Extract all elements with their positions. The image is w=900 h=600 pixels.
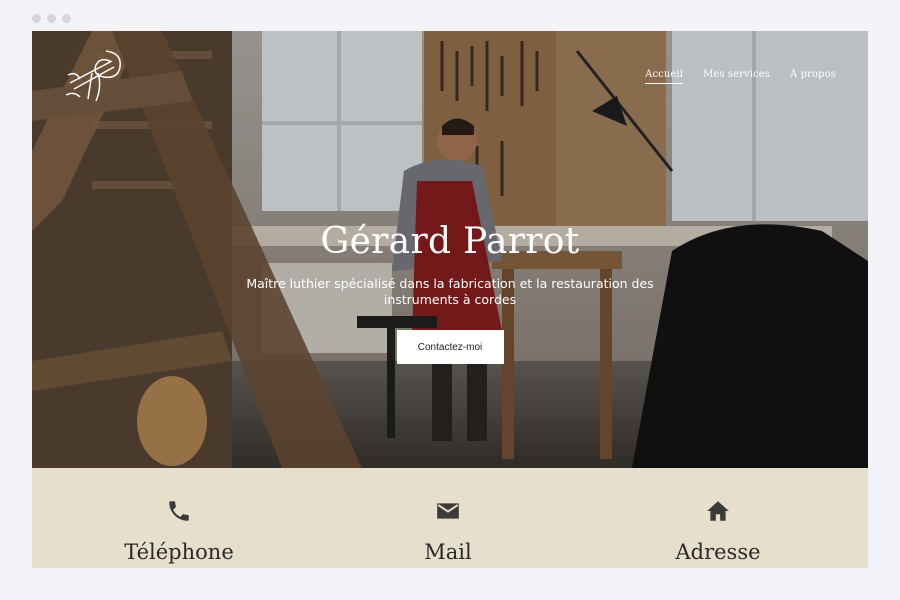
contact-item-mail: Mail [348,498,548,564]
hero-content: Gérard Parrot Maître luthier spécialisé … [32,221,868,364]
phone-icon [169,501,189,521]
contact-button[interactable]: Contactez-moi [396,330,504,364]
contact-strip: Téléphone Mail Adresse [32,468,868,568]
contact-item-label: Téléphone [124,540,234,564]
hero-subtitle: Maître luthier spécialisé dans la fabric… [246,276,654,307]
window-dot [47,14,56,23]
contact-item-label: Mail [424,540,472,564]
window-dot [32,14,41,23]
browser-frame: Accueil Mes services À propos Gérard Par… [32,31,868,568]
home-icon [707,501,729,521]
main-nav: Accueil Mes services À propos [645,69,836,84]
nav-link-a-propos[interactable]: À propos [790,69,836,84]
nav-link-mes-services[interactable]: Mes services [703,69,770,84]
luthier-logo[interactable] [62,43,130,105]
nav-link-accueil[interactable]: Accueil [645,69,684,84]
mail-icon [437,503,459,519]
contact-item-adresse: Adresse [618,498,818,564]
hero-title: Gérard Parrot [320,221,580,262]
contact-item-telephone: Téléphone [79,498,279,564]
hero-section: Accueil Mes services À propos Gérard Par… [32,31,868,468]
window-controls [32,14,71,23]
window-dot [62,14,71,23]
contact-item-label: Adresse [675,540,761,564]
